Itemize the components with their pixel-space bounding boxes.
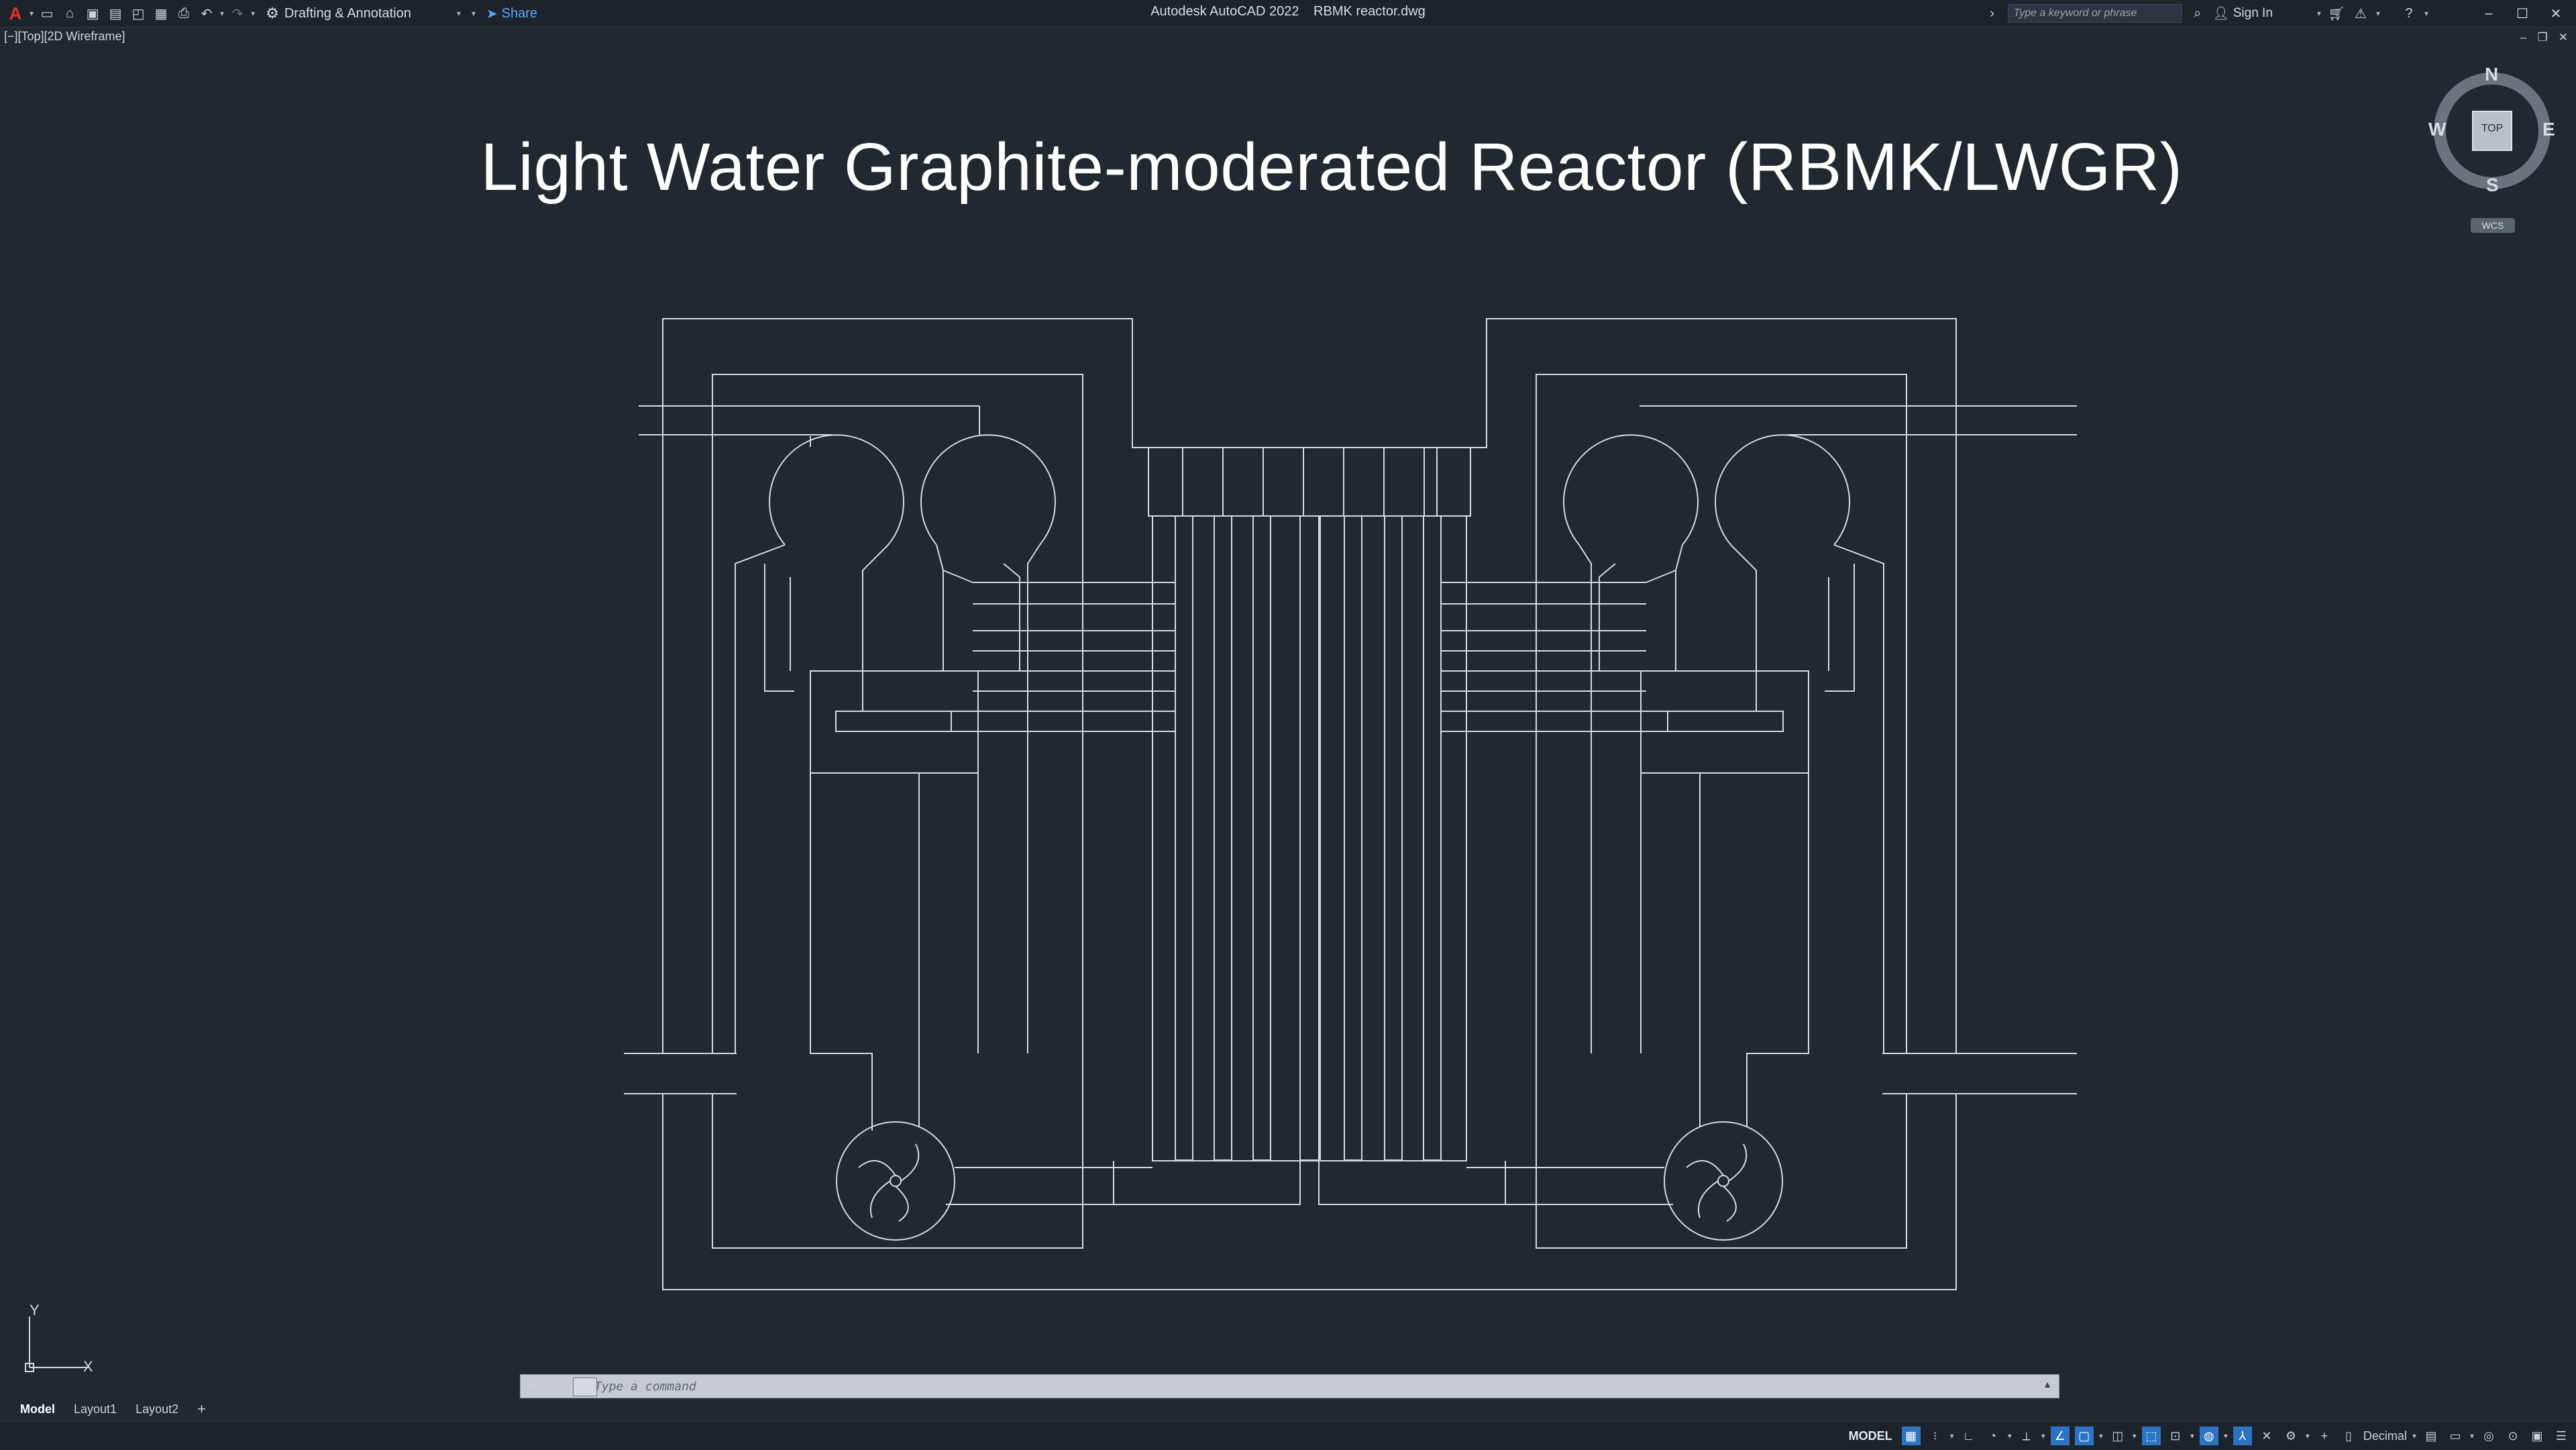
fuel-channels (1113, 515, 1506, 1205)
ucs-y-label: Y (30, 1302, 40, 1318)
quick-properties-icon[interactable]: ▤ (2422, 1427, 2440, 1445)
add-layout-icon[interactable]: + (189, 1398, 214, 1420)
status-bar: MODEL ▦ ⁝ ▾ ∟ ◔ ▾ ⟂ ▾ ∠ ▢ ▾ ◫ ▾ ⬚ ⊡ ▾ ◍ … (0, 1421, 2576, 1450)
viewcube[interactable]: TOP N S W E (2428, 64, 2556, 198)
annotation-scale-icon[interactable]: ✕ (2257, 1427, 2276, 1445)
left-circulation-pump (836, 1121, 1152, 1241)
ucs-icon: Y X (21, 1302, 109, 1379)
object-snap-tracking-icon[interactable]: ∠ (2050, 1427, 2070, 1445)
osnap-caret-icon[interactable]: ▾ (2099, 1431, 2103, 1441)
3d-osnap-caret-icon[interactable]: ▾ (2190, 1431, 2194, 1441)
left-pipe-bundle (624, 405, 1175, 1094)
polar-caret-icon[interactable]: ▾ (2008, 1431, 2012, 1441)
ucs-caret-icon[interactable]: ▾ (2224, 1431, 2228, 1441)
command-line-tools: ✕ 🔧︎ (519, 1374, 563, 1398)
wcs-menu[interactable]: WCS (2471, 218, 2515, 233)
compass-east[interactable]: E (2542, 119, 2555, 140)
units-selector[interactable]: Decimal (2363, 1429, 2407, 1443)
right-steam-drums (1563, 434, 1884, 1127)
command-history-icon[interactable]: ▲ (2043, 1379, 2052, 1390)
model-space-button[interactable]: MODEL (1849, 1429, 1892, 1443)
tab-layout2[interactable]: Layout2 (127, 1400, 186, 1419)
command-prompt-icon[interactable] (573, 1378, 597, 1396)
hardware-acceleration-icon[interactable]: ⊙ (2504, 1427, 2522, 1445)
workspace-gear-icon[interactable]: ⚙ (2282, 1427, 2300, 1445)
customize-wrench-icon[interactable]: 🔧︎ (546, 1378, 563, 1395)
reactor-drawing (624, 318, 2077, 1290)
customization-icon[interactable]: ☰ (2552, 1427, 2571, 1445)
polar-icon[interactable]: ◔ (1984, 1427, 2002, 1445)
dynamic-ucs-icon[interactable]: ◍ (2199, 1427, 2218, 1445)
tab-layout1[interactable]: Layout1 (66, 1400, 125, 1419)
transparency-icon[interactable]: ◫ (2108, 1427, 2127, 1445)
compass-north[interactable]: N (2485, 64, 2498, 85)
layout-tabs: Model Layout1 Layout2 + (0, 1396, 214, 1422)
right-circulation-pump (1466, 1121, 1783, 1241)
isodraft-caret-icon[interactable]: ▾ (2041, 1431, 2045, 1441)
left-loop-inner (662, 374, 1957, 1290)
object-snap-icon[interactable]: ▢ (2074, 1427, 2094, 1445)
annotation-monitor-icon[interactable]: + (2315, 1427, 2334, 1445)
ortho-icon[interactable]: ∟ (1960, 1427, 1978, 1445)
left-steam-drums (735, 434, 1056, 1127)
snap-caret-icon[interactable]: ▾ (1950, 1431, 1954, 1441)
lock-caret-icon[interactable]: ▾ (2470, 1431, 2474, 1441)
status-tray: MODEL ▦ ⁝ ▾ ∟ ◔ ▾ ⟂ ▾ ∠ ▢ ▾ ◫ ▾ ⬚ ⊡ ▾ ◍ … (1849, 1425, 2571, 1447)
snap-icon[interactable]: ⁝ (1926, 1427, 1945, 1445)
command-line[interactable]: Type a command ▲ (520, 1374, 2059, 1398)
tab-model[interactable]: Model (12, 1400, 63, 1419)
viewcube-face-top[interactable]: TOP (2473, 123, 2512, 135)
isodraft-icon[interactable]: ⟂ (2017, 1427, 2036, 1445)
3d-osnap-icon[interactable]: ⊡ (2166, 1427, 2185, 1445)
transparency-caret-icon[interactable]: ▾ (2133, 1431, 2137, 1441)
command-close-icon[interactable]: ✕ (525, 1378, 537, 1395)
workspace-caret-icon[interactable]: ▾ (2306, 1431, 2310, 1441)
annotation-visibility-icon[interactable]: ⅄ (2233, 1427, 2252, 1445)
isolate-objects-icon[interactable]: ◎ (2479, 1427, 2498, 1445)
ucs-x-label: X (83, 1358, 93, 1375)
units-caret-icon[interactable]: ▾ (2412, 1431, 2416, 1441)
compass-south[interactable]: S (2486, 174, 2499, 196)
command-input[interactable]: Type a command (594, 1380, 696, 1394)
grid-icon[interactable]: ▦ (1901, 1427, 1921, 1445)
selection-cycling-icon[interactable]: ⬚ (2141, 1427, 2161, 1445)
left-loop-outer (662, 318, 1957, 1054)
compass-west[interactable]: W (2428, 119, 2446, 140)
clean-screen-icon[interactable]: ▣ (2528, 1427, 2546, 1445)
lock-ui-icon[interactable]: ▭ (2446, 1427, 2465, 1445)
units-icon: ▯ (2345, 1429, 2352, 1443)
